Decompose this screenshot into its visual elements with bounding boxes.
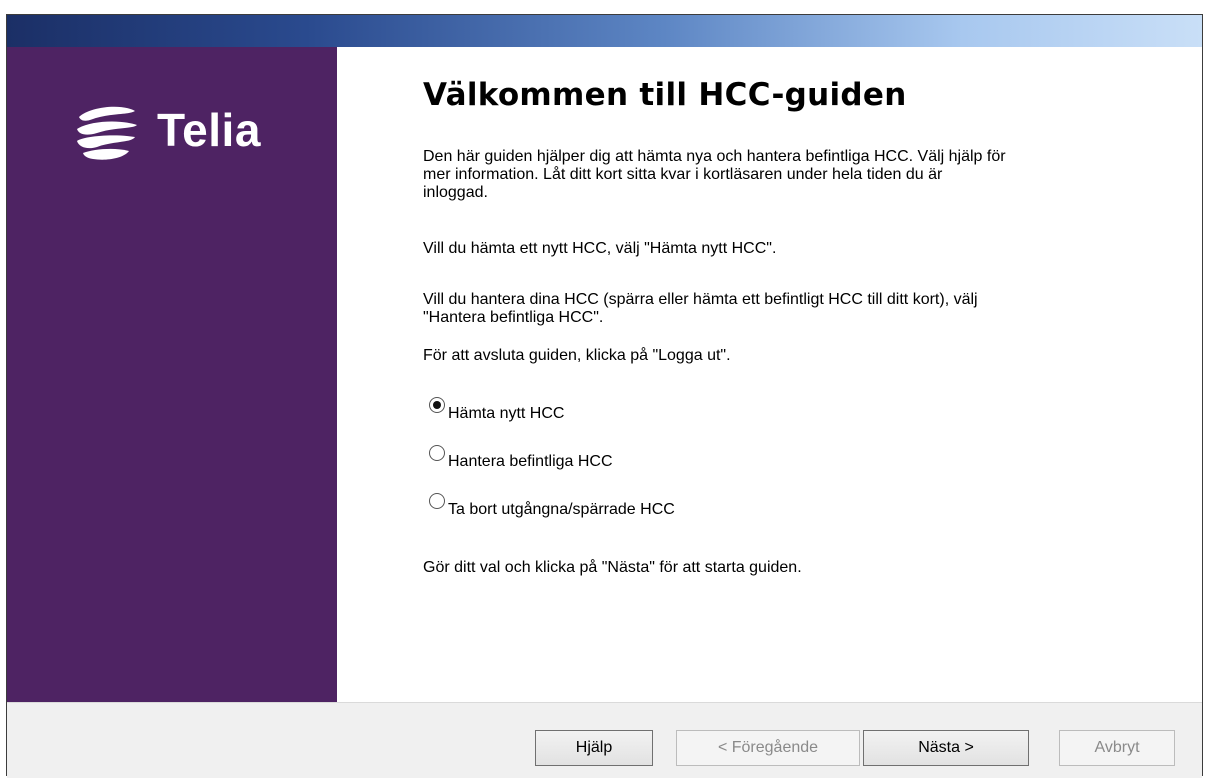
info-manage-line-2: "Hantera befintliga HCC". — [423, 309, 604, 326]
radio-option-remove-expired[interactable]: Ta bort utgångna/spärrade HCC — [429, 493, 675, 519]
radio-label: Hämta nytt HCC — [448, 405, 565, 422]
instruction-text: Gör ditt val och klicka på "Nästa" för a… — [423, 559, 802, 576]
radio-button[interactable] — [429, 445, 445, 461]
radio-label: Ta bort utgångna/spärrade HCC — [448, 501, 675, 518]
intro-text-line-2: mer information. Låt ditt kort sitta kva… — [423, 166, 943, 183]
intro-text-line-3: inloggad. — [423, 184, 488, 201]
telia-pebble-icon — [77, 106, 137, 160]
radio-button[interactable] — [429, 397, 445, 413]
info-logout-text: För att avsluta guiden, klicka på "Logga… — [423, 347, 731, 364]
radio-label: Hantera befintliga HCC — [448, 453, 613, 470]
cancel-button[interactable]: Avbryt — [1059, 730, 1175, 766]
info-fetch-text: Vill du hämta ett nytt HCC, välj "Hämta … — [423, 240, 777, 257]
brand-sidebar: Telia — [7, 47, 337, 702]
intro-text-line-1: Den här guiden hjälper dig att hämta nya… — [423, 148, 1006, 165]
help-button[interactable]: Hjälp — [535, 730, 653, 766]
button-bar: Hjälp < Föregående Nästa > Avbryt — [7, 702, 1202, 778]
telia-logo: Telia — [71, 99, 311, 169]
previous-button[interactable]: < Föregående — [676, 730, 860, 766]
next-button[interactable]: Nästa > — [863, 730, 1029, 766]
title-bar — [7, 15, 1202, 47]
radio-option-manage-existing[interactable]: Hantera befintliga HCC — [429, 445, 613, 471]
brand-name: Telia — [157, 104, 261, 156]
wizard-content: Välkommen till HCC-guiden Den här guiden… — [337, 47, 1202, 702]
wizard-window: Telia Välkommen till HCC-guiden Den här … — [6, 14, 1203, 778]
radio-option-fetch-new[interactable]: Hämta nytt HCC — [429, 397, 564, 423]
info-manage-line-1: Vill du hantera dina HCC (spärra eller h… — [423, 291, 978, 308]
radio-button[interactable] — [429, 493, 445, 509]
page-title: Välkommen till HCC-guiden — [423, 77, 907, 113]
